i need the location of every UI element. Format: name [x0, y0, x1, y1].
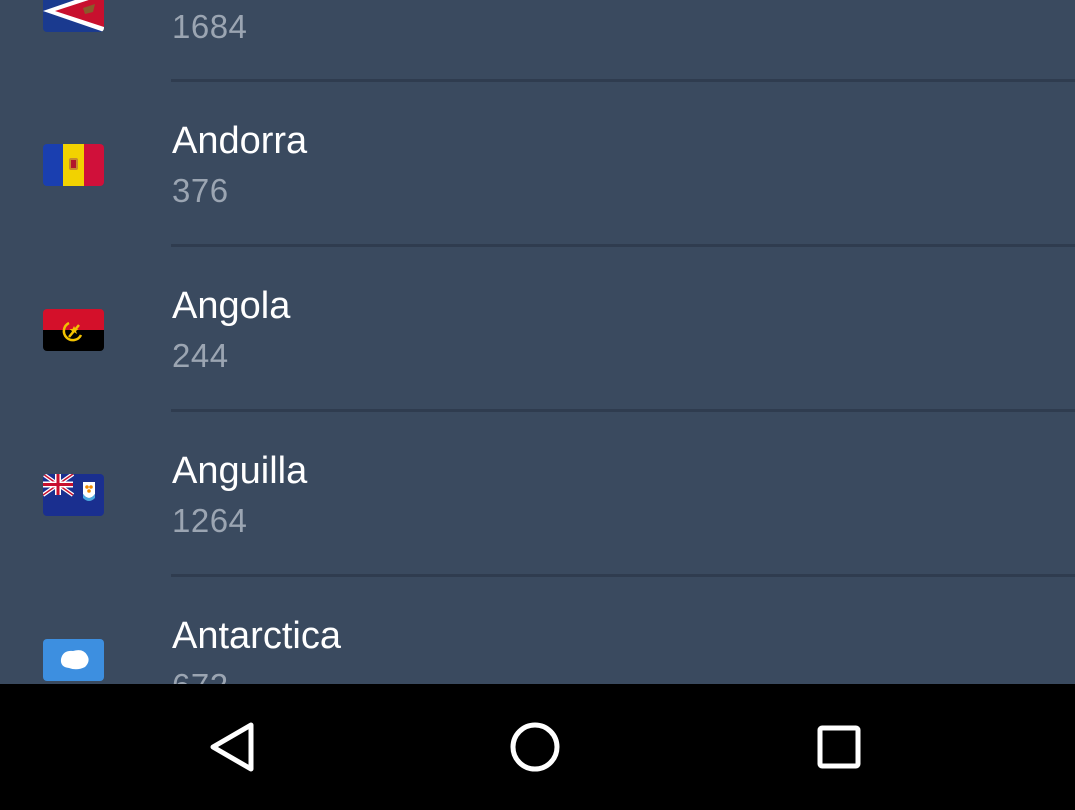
- angola-flag-icon: [43, 309, 104, 351]
- list-item-american-samoa[interactable]: 1684: [0, 0, 1075, 55]
- country-name: Anguilla: [172, 450, 308, 492]
- country-code-picker-screen: 1684 Andorra 376 Angola 244 Anguilla 126…: [0, 0, 1075, 810]
- antarctica-flag-icon: [43, 639, 104, 681]
- home-circle-icon[interactable]: [499, 711, 571, 783]
- country-code: 376: [172, 172, 229, 209]
- back-triangle-icon[interactable]: [197, 711, 269, 783]
- list-item-anguilla[interactable]: Anguilla 1264: [0, 412, 1075, 577]
- list-item-antarctica[interactable]: Antarctica 672: [0, 577, 1075, 684]
- country-code: 672: [172, 667, 229, 684]
- country-name: Angola: [172, 285, 291, 327]
- country-name: Andorra: [172, 120, 308, 162]
- list-item-andorra[interactable]: Andorra 376: [0, 82, 1075, 247]
- list-item-angola[interactable]: Angola 244: [0, 247, 1075, 412]
- country-code: 244: [172, 337, 229, 374]
- andorra-flag-icon: [43, 144, 104, 186]
- country-code: 1264: [172, 502, 248, 539]
- country-list[interactable]: 1684 Andorra 376 Angola 244 Anguilla 126…: [0, 0, 1075, 684]
- country-code: 1684: [172, 8, 248, 45]
- american-samoa-flag-icon: [43, 0, 104, 32]
- system-navigation-bar: [0, 684, 1075, 810]
- country-name: Antarctica: [172, 615, 341, 657]
- anguilla-flag-icon: [43, 474, 104, 516]
- recents-square-icon[interactable]: [803, 711, 875, 783]
